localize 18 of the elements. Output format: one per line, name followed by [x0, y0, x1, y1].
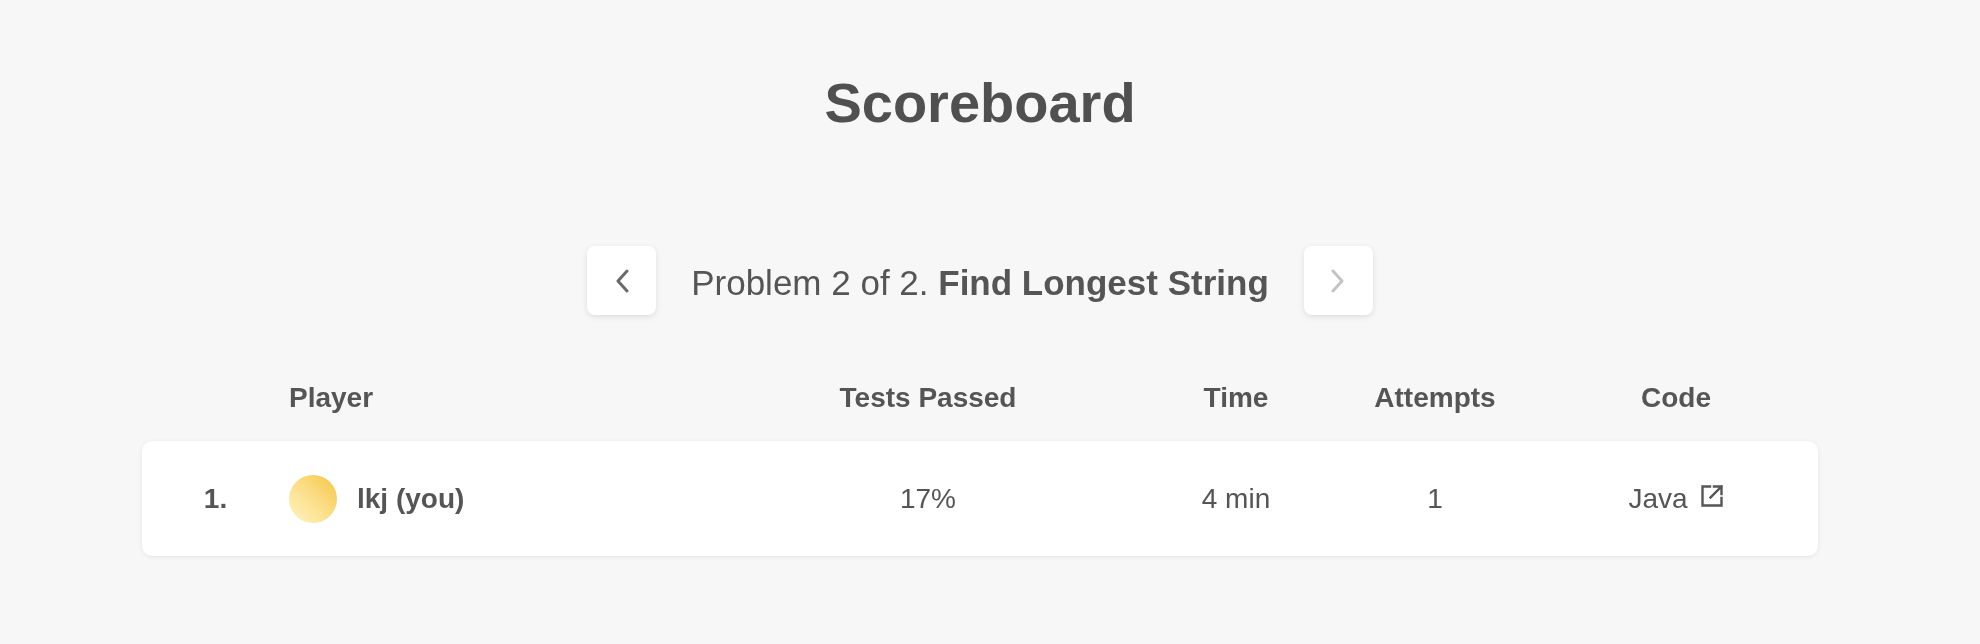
chevron-right-icon — [1331, 268, 1346, 293]
column-header: Player — [289, 384, 375, 412]
chevron-left-icon — [614, 268, 629, 293]
rank-number: 1. — [203, 484, 228, 513]
column-header: Tests Passed — [838, 384, 1018, 412]
player-name: lkj (you) — [357, 484, 465, 513]
column-header: Attempts — [1373, 384, 1497, 412]
column-header: Code — [1640, 384, 1712, 412]
code-link[interactable]: Java — [1628, 483, 1724, 514]
attempts-value: 1 — [1427, 484, 1443, 513]
avatar-icon — [289, 474, 337, 523]
external-link-icon — [1699, 483, 1724, 508]
problem-title: Problem 2 of 2. Find Longest String — [691, 264, 1269, 300]
page-title: Scoreboard — [824, 75, 1136, 131]
tests-passed-value: 17% — [899, 484, 956, 513]
previous-button[interactable] — [587, 246, 657, 315]
column-header: Time — [1202, 384, 1270, 412]
time-value: 4 min — [1201, 484, 1271, 513]
